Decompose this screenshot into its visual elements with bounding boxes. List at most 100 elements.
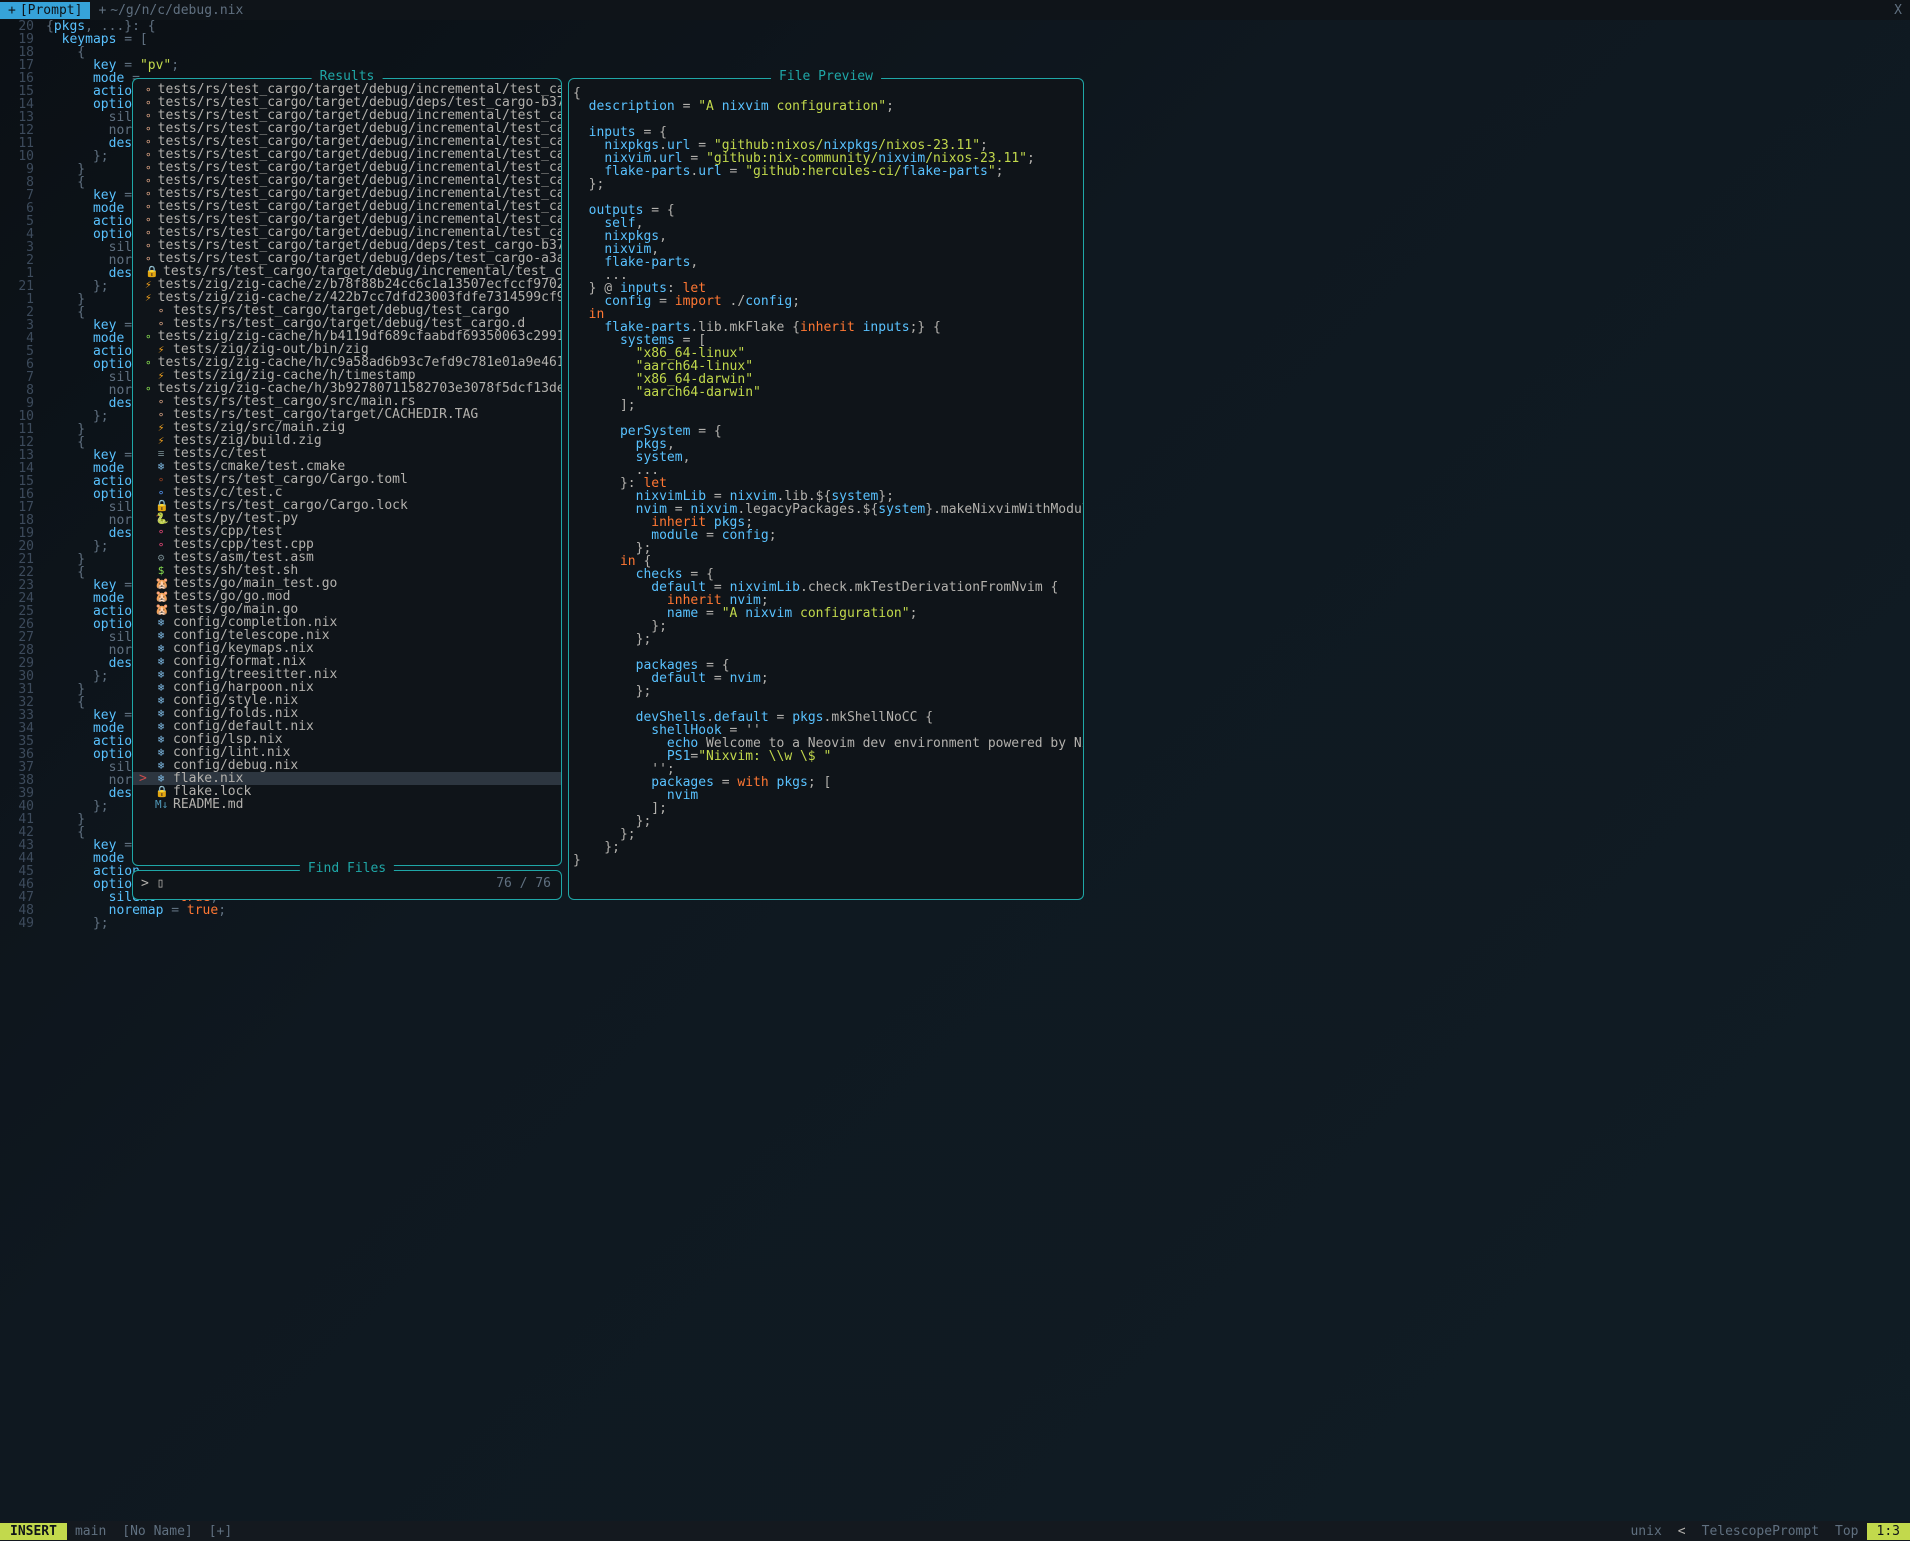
result-item[interactable]: M↓README.md <box>133 798 561 811</box>
result-item[interactable]: ⚡tests/zig/src/main.zig <box>133 421 561 434</box>
mode-indicator: INSERT <box>0 1523 67 1540</box>
result-item[interactable]: ∘tests/c/test.c <box>133 486 561 499</box>
preview-line: }; <box>573 828 1079 841</box>
line-number: 6 <box>0 358 42 371</box>
result-path: tests/rs/test_cargo/target/debug/deps/te… <box>158 252 561 265</box>
panel-title: Find Files <box>300 862 394 875</box>
result-item[interactable]: ∘tests/rs/test_cargo/target/debug/deps/t… <box>133 96 561 109</box>
result-item[interactable]: ⚡tests/zig/zig-out/bin/zig <box>133 343 561 356</box>
py-icon: 🐍 <box>155 512 167 525</box>
result-item[interactable]: 🔒flake.lock <box>133 785 561 798</box>
result-item[interactable]: ∘tests/rs/test_cargo/target/debug/increm… <box>133 161 561 174</box>
tab-prompt[interactable]: + [Prompt] <box>0 2 90 19</box>
nix-icon: ❄ <box>155 746 167 759</box>
result-path: tests/rs/test_cargo/target/debug/increme… <box>158 148 561 161</box>
result-item[interactable]: ❄tests/cmake/test.cmake <box>133 460 561 473</box>
result-item[interactable]: ⚡tests/zig/zig-cache/z/b78f88b24cc6c1a13… <box>133 278 561 291</box>
line-number: 3 <box>0 319 42 332</box>
result-item[interactable]: ∘tests/rs/test_cargo/target/debug/deps/t… <box>133 252 561 265</box>
result-item[interactable]: 🐹tests/go/main.go <box>133 603 561 616</box>
result-item[interactable]: ❄config/style.nix <box>133 694 561 707</box>
result-item[interactable]: ∘tests/rs/test_cargo/target/debug/increm… <box>133 226 561 239</box>
result-item[interactable]: ∘ tests/rs/test_cargo/target/debug/increm… <box>133 109 561 122</box>
result-item[interactable]: ❄config/harpoon.nix <box>133 681 561 694</box>
preview-line: "aarch64-darwin" <box>573 386 1079 399</box>
close-icon[interactable]: X <box>1894 4 1902 17</box>
result-item[interactable]: ∘tests/cpp/test <box>133 525 561 538</box>
result-item[interactable]: ∘tests/rs/test_cargo/target/debug/deps/t… <box>133 239 561 252</box>
result-item[interactable]: ∘tests/rs/test_cargo/target/debug/increm… <box>133 135 561 148</box>
result-item[interactable]: ∘tests/rs/test_cargo/src/main.rs <box>133 395 561 408</box>
result-item[interactable]: ❄config/completion.nix <box>133 616 561 629</box>
result-item[interactable]: ❄config/lsp.nix <box>133 733 561 746</box>
result-item[interactable]: ≡tests/c/test <box>133 447 561 460</box>
result-item[interactable]: ∘tests/rs/test_cargo/target/debug/increm… <box>133 122 561 135</box>
result-item[interactable]: ❄config/keymaps.nix <box>133 642 561 655</box>
zig-icon: ⚡ <box>155 421 167 434</box>
telescope-results-panel: Results ∘tests/rs/test_cargo/target/debu… <box>132 78 562 866</box>
result-path: README.md <box>173 798 243 811</box>
result-item[interactable]: ⚡tests/zig/build.zig <box>133 434 561 447</box>
rs-icon: ∘ <box>155 304 167 317</box>
result-item[interactable]: ❄ config/folds.nix <box>133 707 561 720</box>
result-item[interactable]: $tests/sh/test.sh <box>133 564 561 577</box>
results-list[interactable]: ∘ tests/rs/test_cargo/target/debug/increm… <box>133 79 561 865</box>
preview-line: }; <box>573 841 1079 854</box>
result-item[interactable]: ∘tests/zig/zig-cache/h/3b92780711582703e… <box>133 382 561 395</box>
result-item[interactable]: ⚡ tests/zig/zig-cache/h/timestamp <box>133 369 561 382</box>
result-path: tests/zig/zig-cache/h/3b92780711582703e3… <box>158 382 561 395</box>
nix-icon: ❄ <box>155 707 167 720</box>
result-item[interactable]: ∘tests/rs/test_cargo/target/CACHEDIR.TAG <box>133 408 561 421</box>
result-item[interactable]: ❄config/telescope.nix <box>133 629 561 642</box>
result-item[interactable]: ❄config/format.nix <box>133 655 561 668</box>
result-item[interactable]: ∘tests/rs/test_cargo/target/debug/increm… <box>133 213 561 226</box>
rs-icon: ∘ <box>145 109 152 122</box>
result-path: tests/zig/zig-cache/z/b78f88b24cc6c1a135… <box>158 278 561 291</box>
result-item[interactable]: 🐹tests/go/main_test.go <box>133 577 561 590</box>
result-item[interactable]: 🔒tests/rs/test_cargo/target/debug/increm… <box>133 265 561 278</box>
result-item[interactable]: ❄config/treesitter.nix <box>133 668 561 681</box>
result-path: config/folds.nix <box>173 707 298 720</box>
result-path: tests/rs/test_cargo/target/debug/increme… <box>158 161 561 174</box>
tab-add-icon: + <box>8 4 16 17</box>
result-item[interactable]: ∘tests/rs/test_cargo/target/debug/test_c… <box>133 317 561 330</box>
preview-line: flake-parts.url = "github:hercules-ci/fl… <box>573 165 1079 178</box>
zig-icon: ⚡ <box>155 369 167 382</box>
result-item[interactable]: ∘tests/cpp/test.cpp <box>133 538 561 551</box>
result-item[interactable]: 🐍tests/py/test.py <box>133 512 561 525</box>
result-item[interactable]: ❄config/lint.nix <box>133 746 561 759</box>
result-path: tests/rs/test_cargo/target/CACHEDIR.TAG <box>173 408 478 421</box>
result-path: tests/zig/zig-cache/h/timestamp <box>173 369 416 382</box>
result-item[interactable]: 🔒tests/rs/test_cargo/Cargo.lock <box>133 499 561 512</box>
result-item[interactable]: ∘tests/zig/zig-cache/h/b4119df689cfaabdf… <box>133 330 561 343</box>
result-path: tests/rs/test_cargo/target/debug/test_ca… <box>173 317 525 330</box>
preview-line: ]; <box>573 399 1079 412</box>
preview-line: flake-parts, <box>573 256 1079 269</box>
result-item[interactable]: ⚡tests/zig/zig-cache/z/422b7cc7dfd23003f… <box>133 291 561 304</box>
tab-label: [Prompt] <box>20 4 83 17</box>
result-item[interactable]: ⚙tests/asm/test.asm <box>133 551 561 564</box>
result-item[interactable]: ❄config/debug.nix <box>133 759 561 772</box>
result-path: tests/rs/test_cargo/target/debug/increme… <box>158 109 561 122</box>
result-item[interactable]: >❄flake.nix <box>133 772 561 785</box>
result-item[interactable]: ∘tests/rs/test_cargo/target/debug/increm… <box>133 200 561 213</box>
panel-title: File Preview <box>771 70 881 83</box>
result-item[interactable]: ∘tests/rs/test_cargo/target/debug/test_c… <box>133 304 561 317</box>
result-item[interactable]: 🐹tests/go/go.mod <box>133 590 561 603</box>
result-item[interactable]: ∘tests/rs/test_cargo/target/debug/increm… <box>133 187 561 200</box>
find-files-input[interactable]: > ▯ <box>141 877 164 890</box>
tab-debug-nix[interactable]: + ~/g/n/c/debug.nix <box>90 2 251 19</box>
nix-icon: ❄ <box>155 642 167 655</box>
file-preview-content[interactable]: { description = "A nixvim configuration"… <box>569 79 1083 899</box>
result-item[interactable]: ∘tests/zig/zig-cache/h/c9a58ad6b93c7efd9… <box>133 356 561 369</box>
result-path: config/style.nix <box>173 694 298 707</box>
result-item[interactable]: ∘tests/rs/test_cargo/Cargo.toml <box>133 473 561 486</box>
result-item[interactable]: ❄config/default.nix <box>133 720 561 733</box>
result-item[interactable]: ∘tests/rs/test_cargo/target/debug/increm… <box>133 174 561 187</box>
result-path: tests/rs/test_cargo/target/debug/deps/te… <box>158 239 561 252</box>
result-item[interactable]: ∘tests/rs/test_cargo/target/debug/increm… <box>133 83 561 96</box>
result-item[interactable]: ∘tests/rs/test_cargo/target/debug/increm… <box>133 148 561 161</box>
filetype-context: TelescopePrompt <box>1694 1525 1827 1538</box>
result-path: tests/go/main_test.go <box>173 577 337 590</box>
line-number: 4 <box>0 228 42 241</box>
